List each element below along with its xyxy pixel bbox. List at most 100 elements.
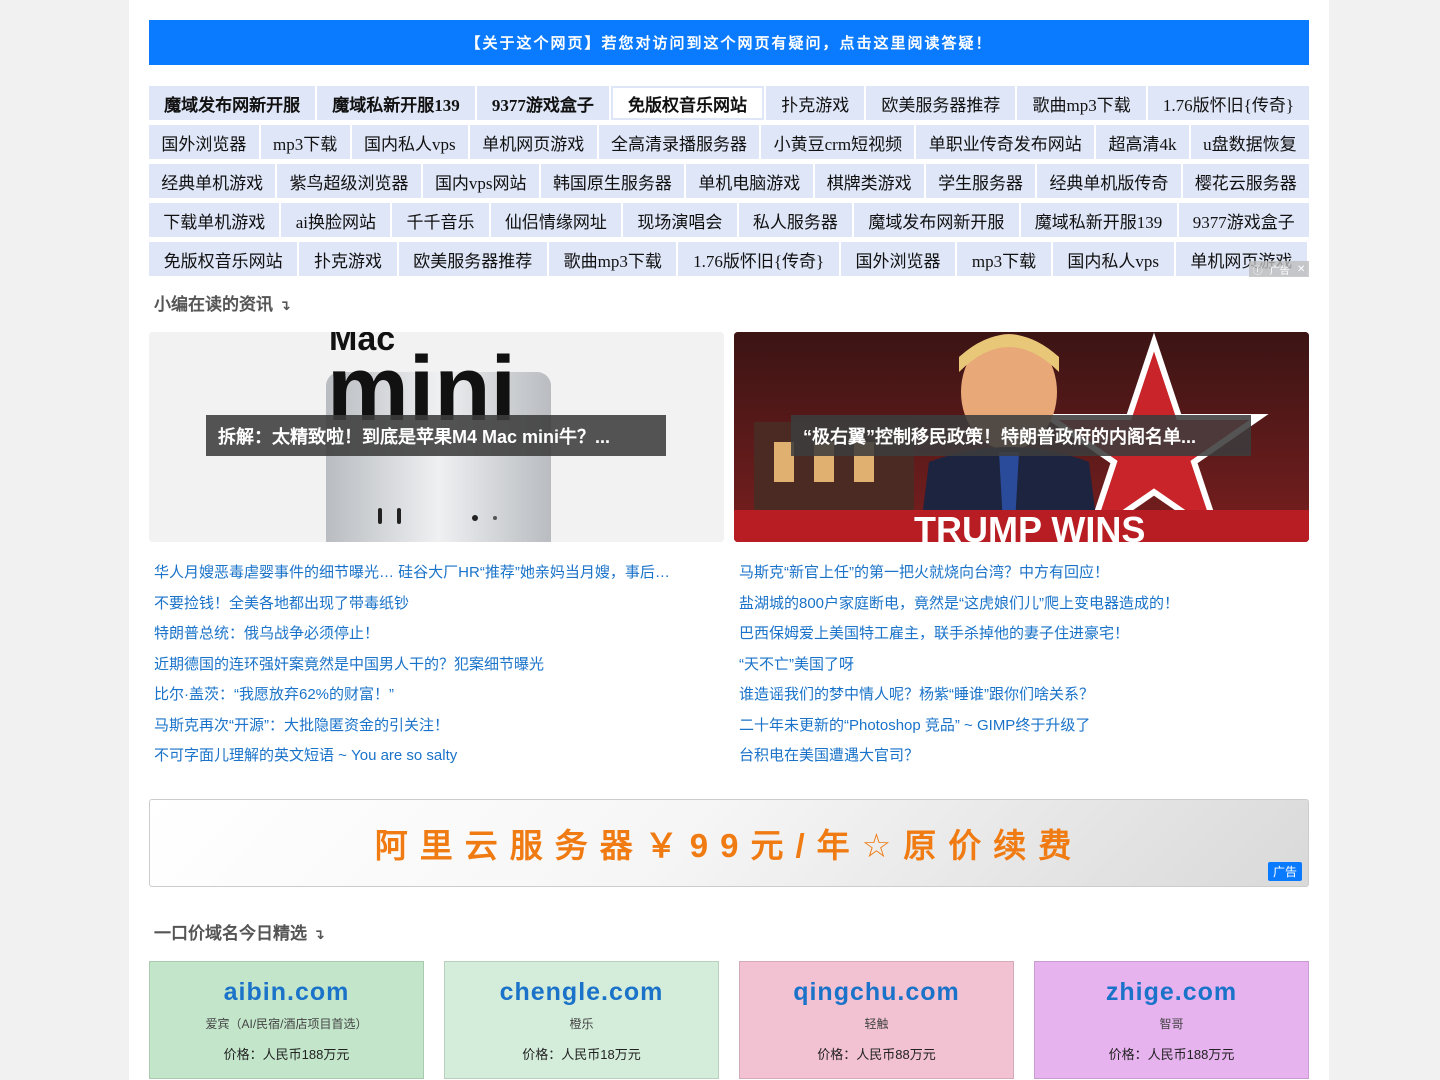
featured-card-trump[interactable]: TRUMP WINS “极右翼”控制移民政策！特朗普政府的内阁名单... [734, 332, 1309, 542]
news-link[interactable]: 华人月嫂恶毒虐婴事件的细节曝光… 硅谷大厂HR“推荐”她亲妈当月嫂，事后… [154, 560, 729, 591]
nav-link[interactable]: mp3下载 [260, 125, 350, 159]
nav-link[interactable]: ai换脸网站 [281, 203, 391, 237]
domain-description: 轻触 [864, 1017, 889, 1031]
news-link[interactable]: 不要捡钱！全美各地都出现了带毒纸钞 [154, 591, 729, 622]
nav-link[interactable]: 超高清4k [1096, 125, 1189, 159]
link-row: 经典单机游戏 紫鸟超级浏览器 国内vps网站 韩国原生服务器 单机电脑游戏 棋牌类游戏 学生… [149, 164, 1309, 201]
domain-description: 智哥 [1159, 1017, 1184, 1031]
nav-link[interactable]: 9377游戏盒子 [1178, 203, 1309, 237]
aliyun-ad-banner[interactable]: 阿里云服务器￥99元/年☆原价续费 广告 [149, 799, 1309, 887]
ad-label: 广告 [1269, 265, 1290, 277]
trump-wins-text: TRUMP WINS [914, 509, 1145, 542]
news-link[interactable]: 特朗普总统：俄乌战争必须停止！ [154, 621, 729, 652]
news-link[interactable]: 不可字面儿理解的英文短语 ~ You are so salty [154, 743, 729, 774]
nav-link[interactable]: 千千音乐 [392, 203, 489, 237]
news-link[interactable]: 谁造谣我们的梦中情人呢？杨紫“睡谁”跟你们啥关系？ [739, 682, 1314, 713]
news-link[interactable]: “天不亡”美国了呀 [739, 652, 1314, 683]
nav-link[interactable]: 魔域发布网新开服 [149, 86, 316, 120]
ad-tag: 广告 [1267, 862, 1302, 881]
domain-name: zhige.com [1105, 978, 1238, 1006]
domain-description: 爱宾（AI/民宿/酒店项目首选） [205, 1017, 368, 1031]
nav-link[interactable]: 国内私人vps [351, 125, 468, 159]
nav-link[interactable]: 扑克游戏 [299, 242, 397, 276]
domain-price: 价格：人民币188万元 [1108, 1047, 1235, 1062]
news-link[interactable]: 比尔·盖茨：“我愿放弃62%的财富！” [154, 682, 729, 713]
news-link[interactable]: 马斯克再次“开源”：大批隐匿资金的引关注！ [154, 713, 729, 744]
news-link[interactable]: 台积电在美国遭遇大官司？ [739, 743, 1314, 774]
close-icon[interactable]: ✕ [1297, 264, 1305, 275]
nav-link[interactable]: 韩国原生服务器 [540, 164, 685, 198]
news-list-left: 华人月嫂恶毒虐婴事件的细节曝光… 硅谷大厂HR“推荐”她亲妈当月嫂，事后… 不要捡… [154, 560, 729, 774]
link-row: 魔域发布网新开服 魔域私新开服139 9377游戏盒子 免版权音乐网站 扑克游戏 欧美服务… [149, 86, 1310, 123]
nav-link[interactable]: 歌曲mp3下载 [1017, 86, 1146, 120]
nav-link[interactable]: 魔域私新开服139 [317, 86, 475, 120]
nav-link[interactable]: 紫鸟超级浏览器 [277, 164, 421, 198]
nav-link[interactable]: 小黄豆crm短视频 [761, 125, 915, 159]
nav-link[interactable]: 国外浏览器 [149, 125, 259, 159]
nav-link[interactable]: 魔域发布网新开服 [854, 203, 1019, 237]
domains-section-title-text: 一口价域名今日精选 [154, 924, 307, 943]
featured-caption[interactable]: “极右翼”控制移民政策！特朗普政府的内阁名单... [791, 415, 1251, 456]
nav-link[interactable]: 现场演唱会 [623, 203, 737, 237]
nav-link[interactable]: mp3下载 [957, 242, 1051, 276]
domain-description: 橙乐 [569, 1017, 594, 1031]
news-link[interactable]: 二十年未更新的“Photoshop 竞品” ~ GIMP终于升级了 [739, 713, 1314, 744]
nav-link[interactable]: 棋牌类游戏 [814, 164, 924, 198]
banner-text: 阿里云服务器￥99元/年☆原价续费 [374, 827, 1084, 864]
link-grid: 魔域发布网新开服 魔域私新开服139 9377游戏盒子 免版权音乐网站 扑克游戏 欧美服务… [149, 86, 1310, 279]
news-link[interactable]: 盐湖城的800户家庭断电，竟然是“这虎娘们儿”爬上变电器造成的！ [739, 591, 1314, 622]
news-link[interactable]: 巴西保姆爱上美国特工雇主，联手杀掉他的妻子住进豪宅！ [739, 621, 1314, 652]
faq-notice-bar[interactable]: 【关于这个网页】若您对访问到这个网页有疑问，点击这里阅读答疑！ [149, 20, 1309, 65]
domain-cards: aibin.com 爱宾（AI/民宿/酒店项目首选） 价格：人民币188万元 chen… [149, 961, 1309, 1079]
nav-link[interactable]: 国内私人vps [1052, 242, 1174, 276]
nav-link[interactable]: 单职业传奇发布网站 [916, 125, 1095, 159]
nav-link[interactable]: 欧美服务器推荐 [866, 86, 1016, 120]
page-container: 【关于这个网页】若您对访问到这个网页有疑问，点击这里阅读答疑！ 魔域发布网新开服… [129, 0, 1329, 1080]
down-arrow-icon: ↴ [279, 297, 291, 313]
nav-link[interactable]: 1.76版怀旧{传奇} [1147, 86, 1310, 120]
news-link[interactable]: 近期德国的连环强奸案竟然是中国男人干的？犯案细节曝光 [154, 652, 729, 683]
news-link[interactable]: 马斯克“新官上任”的第一把火就烧向台湾？中方有回应！ [739, 560, 1314, 591]
domain-card[interactable]: zhige.com 智哥价格：人民币188万元 [1034, 961, 1309, 1079]
nav-link[interactable]: 全高清录播服务器 [598, 125, 760, 159]
news-section-title-text: 小编在读的资讯 [154, 295, 273, 314]
nav-link[interactable]: 仙侣情缘网址 [490, 203, 622, 237]
domain-name: chengle.com [499, 978, 664, 1006]
link-row: 国外浏览器 mp3下载 国内私人vps 单机网页游戏 全高清录播服务器 小黄豆crm短视频… [149, 125, 1309, 162]
nav-link[interactable]: u盘数据恢复 [1190, 125, 1309, 159]
ad-mini-tag[interactable]: ⓘ 广告 ✕ [1249, 261, 1309, 277]
domain-name: qingchu.com [793, 978, 960, 1006]
link-row: 免版权音乐网站 扑克游戏 欧美服务器推荐 歌曲mp3下载 1.76版怀旧{传奇} 国外浏览… [149, 242, 1309, 279]
nav-link[interactable]: 魔域私新开服139 [1020, 203, 1177, 237]
nav-link[interactable]: 单机电脑游戏 [686, 164, 813, 198]
nav-link[interactable]: 免版权音乐网站 [610, 86, 765, 120]
nav-link[interactable]: 经典单机版传奇 [1037, 164, 1181, 198]
down-arrow-icon: ↴ [313, 926, 325, 942]
domain-card[interactable]: chengle.com 橙乐价格：人民币18万元 [444, 961, 719, 1079]
domain-card[interactable]: qingchu.com 轻触价格：人民币88万元 [739, 961, 1014, 1079]
nav-link[interactable]: 1.76版怀旧{传奇} [678, 242, 839, 276]
domain-card[interactable]: aibin.com 爱宾（AI/民宿/酒店项目首选） 价格：人民币188万元 [149, 961, 424, 1079]
link-row: 下载单机游戏 ai换脸网站 千千音乐 仙侣情缘网址 现场演唱会 私人服务器 魔域发布网新开服… [149, 203, 1309, 240]
nav-link[interactable]: 9377游戏盒子 [476, 86, 609, 120]
nav-link[interactable]: 私人服务器 [738, 203, 853, 237]
nav-link[interactable]: 经典单机游戏 [149, 164, 276, 198]
nav-link[interactable]: 免版权音乐网站 [149, 242, 298, 276]
domain-name: aibin.com [223, 978, 350, 1006]
domain-price: 价格：人民币18万元 [522, 1047, 641, 1062]
info-icon: ⓘ [1252, 265, 1263, 277]
domain-price: 价格：人民币88万元 [817, 1047, 936, 1062]
news-list-right: 马斯克“新官上任”的第一把火就烧向台湾？中方有回应！ 盐湖城的800户家庭断电，竟… [739, 560, 1314, 774]
nav-link[interactable]: 樱花云服务器 [1182, 164, 1309, 198]
nav-link[interactable]: 扑克游戏 [766, 86, 865, 120]
nav-link[interactable]: 国外浏览器 [840, 242, 956, 276]
nav-link[interactable]: 歌曲mp3下载 [548, 242, 677, 276]
nav-link[interactable]: 国内vps网站 [422, 164, 539, 198]
nav-link[interactable]: 学生服务器 [925, 164, 1036, 198]
domains-section-title: 一口价域名今日精选 ↴ [154, 919, 325, 944]
featured-caption[interactable]: 拆解：太精致啦！到底是苹果M4 Mac mini牛？... [206, 415, 666, 456]
nav-link[interactable]: 欧美服务器推荐 [398, 242, 547, 276]
nav-link[interactable]: 下载单机游戏 [149, 203, 280, 237]
nav-link[interactable]: 单机网页游戏 [469, 125, 597, 159]
featured-card-mac-mini[interactable]: Mac mini 拆解：太精致啦！到底是苹果M4 Mac mini牛？... [149, 332, 724, 542]
